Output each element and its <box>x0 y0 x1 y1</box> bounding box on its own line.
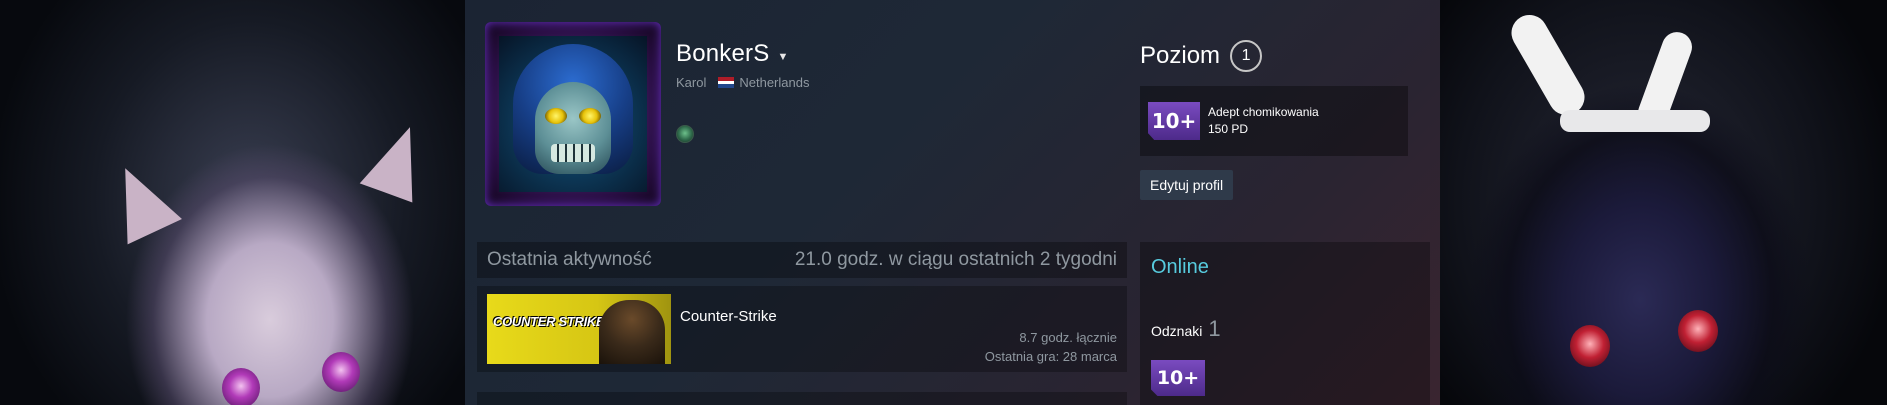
country-name: Netherlands <box>739 75 810 90</box>
maid-headband <box>1560 110 1710 132</box>
level-badge[interactable]: 1 <box>1230 40 1263 72</box>
game-capsule[interactable]: COUNTER STRIKE <box>487 294 671 364</box>
avatar[interactable] <box>499 36 647 192</box>
badge-10plus-icon: 10+ <box>1148 102 1200 140</box>
badges-link[interactable]: Odznaki 1 <box>1151 316 1221 342</box>
profile-background-left <box>0 0 465 405</box>
bunny-ear-left <box>1504 8 1592 122</box>
netherlands-flag-icon <box>718 77 735 89</box>
badge-xp: 150 PD <box>1208 122 1249 136</box>
profile-background-right <box>1440 0 1887 405</box>
persona-name-row[interactable]: BonkerS ▼ <box>676 40 788 68</box>
character-eye-right <box>1678 310 1718 352</box>
profile-side-panel: Online Odznaki 1 10+ <box>1140 242 1430 405</box>
cat-ear-left <box>98 155 182 245</box>
counter-strike-logo: COUNTER STRIKE <box>493 314 605 329</box>
game-activity-row[interactable]: COUNTER STRIKE Counter-Strike 8.7 godz. … <box>477 286 1127 372</box>
badge-10plus-icon[interactable]: 10+ <box>1151 360 1205 396</box>
real-name-location: Karol Netherlands <box>676 75 809 90</box>
cat-ear-right <box>359 117 437 203</box>
real-name: Karol <box>676 75 707 90</box>
recent-activity-summary: 21.0 godz. w ciągu ostatnich 2 tygodni <box>794 249 1117 270</box>
badge-name: Adept chomikowania <box>1208 105 1319 119</box>
level-label: Poziom <box>1140 42 1221 69</box>
game-activity-row[interactable] <box>477 392 1127 405</box>
game-total-hours: 8.7 godz. łącznie <box>1019 330 1117 345</box>
badges-count: 1 <box>1208 316 1221 341</box>
equipped-item-icon[interactable] <box>676 125 694 143</box>
character-eye-left <box>222 368 260 405</box>
badges-label: Odznaki <box>1151 323 1203 339</box>
recent-activity-header: Ostatnia aktywność 21.0 godz. w ciągu os… <box>477 242 1127 278</box>
character-eye-left <box>1570 325 1610 367</box>
level-display: Poziom 1 <box>1140 40 1263 72</box>
recent-activity-title: Ostatnia aktywność <box>487 249 652 270</box>
game-last-played: Ostatnia gra: 28 marca <box>984 349 1117 364</box>
character-eye-right <box>322 352 360 392</box>
avatar-frame <box>485 22 661 206</box>
profile-header: BonkerS ▼ Karol Netherlands Poziom 1 10+… <box>465 0 1440 405</box>
online-status: Online <box>1151 256 1209 278</box>
featured-badge[interactable]: 10+ Adept chomikowania 150 PD <box>1140 86 1408 156</box>
edit-profile-button[interactable]: Edytuj profil <box>1140 170 1234 200</box>
game-name[interactable]: Counter-Strike <box>680 308 777 325</box>
chevron-down-icon[interactable]: ▼ <box>777 51 788 63</box>
soldier-image <box>599 300 665 364</box>
persona-name: BonkerS <box>676 40 770 67</box>
skull-icon <box>535 82 611 174</box>
